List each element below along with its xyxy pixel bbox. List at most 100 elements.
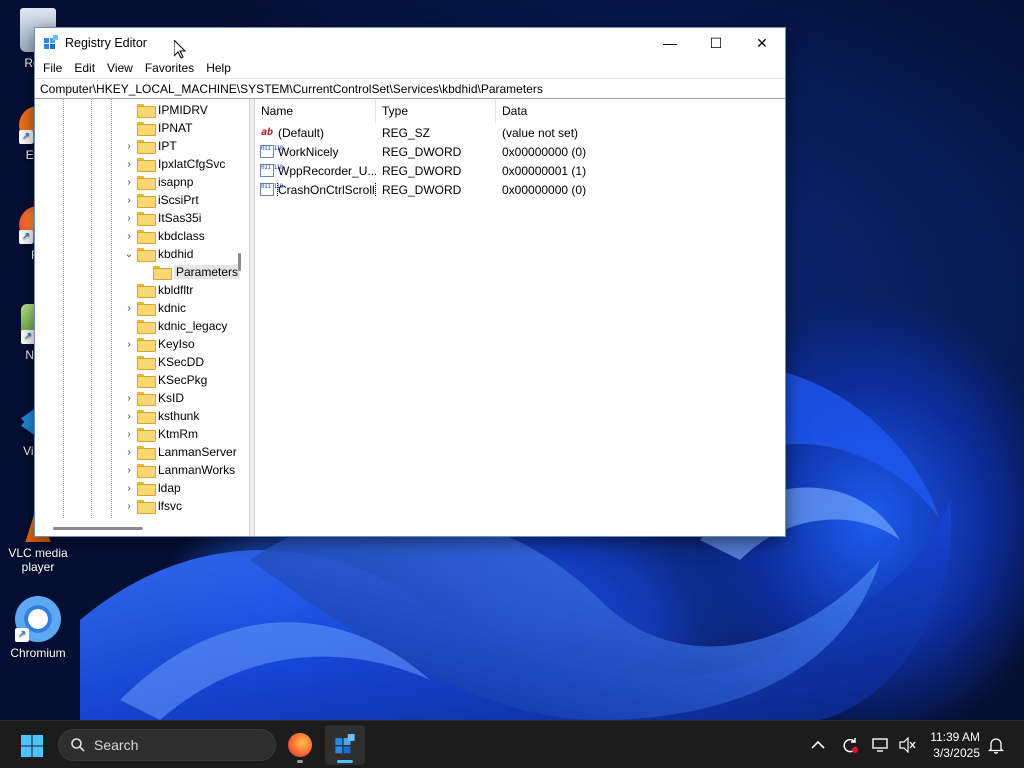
value-name-cell: ab (Default) — [255, 126, 376, 140]
tree-item[interactable]: kbldfltr — [123, 281, 193, 299]
tree-item[interactable]: KSecPkg — [123, 371, 207, 389]
value-name-cell: 011 110 CrashOnCtrlScroll — [255, 182, 376, 197]
values-list-pane[interactable]: Name Type Data ab (Default) REG_SZ (value n… — [254, 99, 785, 536]
registry-editor-window: Registry Editor — ☐ ✕ File Edit View Fav… — [34, 27, 786, 537]
expand-chevron-icon[interactable]: › — [123, 191, 135, 209]
address-bar[interactable]: Computer\HKEY_LOCAL_MACHINE\SYSTEM\Curre… — [35, 78, 785, 99]
menu-view[interactable]: View — [101, 61, 139, 75]
tree-item[interactable]: kdnic_legacy — [123, 317, 227, 335]
column-header-data[interactable]: Data — [496, 99, 696, 123]
menu-help[interactable]: Help — [200, 61, 237, 75]
string-value-icon: ab — [260, 127, 274, 138]
tree-item[interactable]: › KsID — [123, 389, 184, 407]
folder-icon — [137, 230, 156, 244]
list-header: Name Type Data — [255, 99, 785, 123]
system-clock[interactable]: 11:39 AM 3/3/2025 — [930, 729, 980, 761]
shortcut-arrow-icon: ↗ — [21, 330, 35, 344]
desktop-icon-label: VLC media — [8, 546, 68, 560]
desktop-icon-chromium[interactable]: ↗ Chromium — [0, 596, 76, 660]
notification-bell-icon[interactable] — [986, 735, 1006, 755]
menu-edit[interactable]: Edit — [68, 61, 101, 75]
tree-item[interactable]: › LanmanServer — [123, 443, 237, 461]
sync-icon[interactable] — [840, 735, 860, 755]
expand-chevron-icon[interactable]: › — [123, 173, 135, 191]
expand-chevron-icon[interactable]: › — [123, 497, 135, 515]
tree-item[interactable]: › ItSas35i — [123, 209, 201, 227]
tree-item[interactable]: › ksthunk — [123, 407, 199, 425]
tree-item[interactable]: › KtmRm — [123, 425, 198, 443]
folder-icon — [137, 374, 156, 388]
title-bar[interactable]: Registry Editor — ☐ ✕ — [35, 28, 785, 58]
expand-chevron-icon[interactable]: › — [123, 155, 135, 173]
expand-chevron-icon[interactable]: › — [123, 407, 135, 425]
value-name-cell: 011 110 WppRecorder_U... — [255, 164, 376, 178]
volume-muted-icon[interactable] — [897, 735, 917, 755]
tree-item-label: ldap — [158, 481, 181, 495]
expand-chevron-icon[interactable]: › — [123, 299, 135, 317]
expand-chevron-icon[interactable]: › — [123, 443, 135, 461]
tree-item[interactable]: Parameters — [139, 263, 241, 281]
window-title: Registry Editor — [65, 36, 147, 50]
minimize-button[interactable]: — — [647, 28, 693, 58]
tree-item[interactable]: › IPT — [123, 137, 177, 155]
collapse-chevron-icon[interactable]: ⌄ — [123, 245, 135, 263]
tree-item[interactable]: › ldap — [123, 479, 181, 497]
tree-vertical-scrollbar[interactable] — [238, 253, 241, 271]
tree-item[interactable]: IPNAT — [123, 119, 192, 137]
taskbar-regedit[interactable] — [325, 725, 365, 765]
firefox-icon — [288, 733, 312, 757]
tree-item[interactable]: › kdnic — [123, 299, 186, 317]
tree-item-label: kbdhid — [158, 247, 194, 261]
column-header-type[interactable]: Type — [376, 99, 496, 123]
regedit-icon — [44, 35, 58, 49]
tree-horizontal-scrollbar[interactable] — [53, 527, 143, 530]
tree-item[interactable]: › isapnp — [123, 173, 193, 191]
dword-value-icon: 011 110 — [260, 164, 283, 177]
tree-item[interactable]: › KeyIso — [123, 335, 195, 353]
value-row[interactable]: ab (Default) REG_SZ (value not set) — [255, 123, 785, 142]
folder-icon — [137, 500, 156, 514]
expand-chevron-icon[interactable]: › — [123, 479, 135, 497]
maximize-button[interactable]: ☐ — [693, 28, 739, 58]
tree-item[interactable]: › IpxlatCfgSvc — [123, 155, 225, 173]
windows-start-icon[interactable] — [20, 734, 44, 758]
dword-value-icon: 011 110 — [260, 183, 283, 196]
tree-item[interactable]: KSecDD — [123, 353, 204, 371]
expand-chevron-icon[interactable]: › — [123, 461, 135, 479]
close-button[interactable]: ✕ — [739, 28, 785, 58]
chromium-icon: ↗ — [15, 596, 61, 642]
expand-chevron-icon[interactable]: › — [123, 227, 135, 245]
expand-chevron-icon[interactable]: › — [123, 209, 135, 227]
tree-item[interactable]: ⌄ kbdhid — [123, 245, 193, 263]
value-row[interactable]: 011 110 WorkNicely REG_DWORD 0x00000000 (0) — [255, 142, 785, 161]
expand-chevron-icon[interactable]: › — [123, 389, 135, 407]
folder-icon — [137, 248, 156, 262]
tree-item-label: kdnic — [158, 301, 187, 315]
tree-item[interactable]: › iScsiPrt — [123, 191, 199, 209]
network-icon[interactable] — [871, 735, 891, 755]
desktop-icon-label-line2: player — [21, 560, 55, 574]
tree-item[interactable]: IPMIDRV — [123, 101, 208, 119]
taskbar-search-box[interactable]: Search — [58, 729, 276, 761]
expand-chevron-icon[interactable]: › — [123, 335, 135, 353]
expand-chevron-icon[interactable]: › — [123, 425, 135, 443]
menu-file[interactable]: File — [37, 61, 68, 75]
menu-favorites[interactable]: Favorites — [139, 61, 200, 75]
value-row[interactable]: 011 110 WppRecorder_U... REG_DWORD 0x000000… — [255, 161, 785, 180]
tree-item[interactable]: › LanmanWorks — [123, 461, 235, 479]
folder-icon — [137, 122, 156, 136]
column-header-name[interactable]: Name — [255, 99, 376, 123]
key-tree-pane[interactable]: IPMIDRV IPNAT › IPT › IpxlatCfgSvc › isapnp › iSc… — [35, 99, 250, 536]
folder-icon — [137, 194, 156, 208]
taskbar-firefox[interactable] — [280, 725, 320, 765]
value-row[interactable]: 011 110 CrashOnCtrlScroll REG_DWORD 0x00000… — [255, 180, 785, 199]
tree-item[interactable]: › lfsvc — [123, 497, 182, 515]
shortcut-arrow-icon: ↗ — [19, 230, 33, 244]
active-indicator — [337, 760, 353, 763]
expand-chevron-icon[interactable]: › — [123, 137, 135, 155]
tree-item[interactable]: › kbdclass — [123, 227, 205, 245]
chevron-up-icon[interactable] — [808, 735, 828, 755]
